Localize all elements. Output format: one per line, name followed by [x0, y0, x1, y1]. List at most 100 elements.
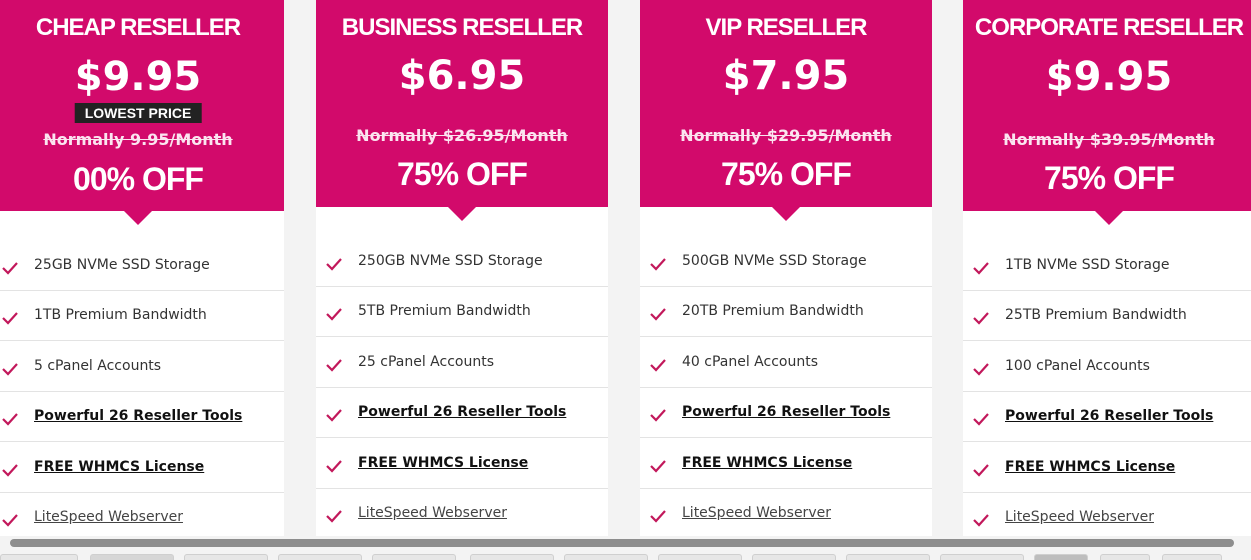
- check-icon: [650, 358, 666, 372]
- check-icon: [973, 362, 989, 376]
- feature-list: 25GB NVMe SSD Storage 1TB Premium Bandwi…: [0, 240, 284, 536]
- plan-normal-price: Normally 9.95/Month: [43, 130, 233, 149]
- check-icon: [2, 311, 18, 325]
- plan-title: BUSINESS RESELLER: [341, 14, 583, 41]
- check-icon: [650, 307, 666, 321]
- feature-litespeed[interactable]: LiteSpeed Webserver: [0, 493, 284, 537]
- check-icon: [650, 257, 666, 271]
- feature-cpanel: 5 cPanel Accounts: [0, 341, 284, 392]
- litespeed-link[interactable]: LiteSpeed Webserver: [34, 509, 183, 525]
- plan-discount: 00% OFF: [73, 161, 204, 197]
- check-icon: [973, 261, 989, 275]
- feature-whmcs[interactable]: FREE WHMCS License: [963, 442, 1251, 493]
- check-icon: [973, 463, 989, 477]
- plan-discount: 75% OFF: [721, 156, 852, 192]
- whmcs-link[interactable]: FREE WHMCS License: [682, 455, 852, 471]
- tab-stub[interactable]: [278, 554, 362, 560]
- feature-whmcs[interactable]: FREE WHMCS License: [0, 442, 284, 493]
- feature-reseller-tools[interactable]: Powerful 26 Reseller Tools: [963, 392, 1251, 442]
- feature-litespeed[interactable]: LiteSpeed Webserver: [316, 489, 608, 537]
- tab-stub[interactable]: [752, 554, 836, 560]
- feature-bandwidth: 1TB Premium Bandwidth: [0, 291, 284, 341]
- check-icon: [973, 412, 989, 426]
- check-icon: [650, 408, 666, 422]
- plan-discount: 75% OFF: [397, 156, 528, 192]
- check-icon: [2, 513, 18, 527]
- scrollbar-thumb[interactable]: [10, 539, 1234, 547]
- check-icon: [2, 362, 18, 376]
- plan-card-cheap: CHEAP RESELLER $9.95 LOWEST PRICE Normal…: [0, 0, 284, 536]
- tab-stub[interactable]: [1100, 554, 1150, 560]
- tab-stub[interactable]: [658, 554, 742, 560]
- plan-card-business: BUSINESS RESELLER $6.95 Normally $26.95/…: [316, 0, 608, 536]
- plan-price: $9.95: [1045, 54, 1173, 100]
- whmcs-link[interactable]: FREE WHMCS License: [34, 459, 204, 475]
- check-icon: [326, 358, 342, 372]
- plan-price: $9.95: [74, 54, 202, 100]
- plan-price: $7.95: [722, 53, 850, 99]
- feature-list: 1TB NVMe SSD Storage 25TB Premium Bandwi…: [963, 240, 1251, 536]
- feature-bandwidth: 25TB Premium Bandwidth: [963, 291, 1251, 341]
- litespeed-link[interactable]: LiteSpeed Webserver: [1005, 509, 1154, 525]
- feature-list: 500GB NVMe SSD Storage 20TB Premium Band…: [640, 236, 932, 536]
- feature-litespeed[interactable]: LiteSpeed Webserver: [963, 493, 1251, 537]
- lowest-price-badge: LOWEST PRICE: [74, 103, 202, 123]
- feature-whmcs[interactable]: FREE WHMCS License: [316, 438, 608, 489]
- check-icon: [2, 261, 18, 275]
- tab-stub[interactable]: [940, 554, 1024, 560]
- whmcs-link[interactable]: FREE WHMCS License: [358, 455, 528, 471]
- plan-title: CORPORATE RESELLER: [974, 14, 1244, 41]
- check-icon: [973, 311, 989, 325]
- bottom-tab-strip: [0, 554, 1251, 560]
- plan-normal-price: Normally $29.95/Month: [680, 126, 892, 145]
- tab-stub[interactable]: [1162, 554, 1222, 560]
- tab-stub[interactable]: [564, 554, 648, 560]
- check-icon: [973, 513, 989, 527]
- tab-stub[interactable]: [1034, 554, 1088, 560]
- feature-reseller-tools[interactable]: Powerful 26 Reseller Tools: [0, 392, 284, 442]
- tab-stub[interactable]: [90, 554, 174, 560]
- reseller-tools-link[interactable]: Powerful 26 Reseller Tools: [1005, 408, 1213, 424]
- plan-header: VIP RESELLER $7.95 Normally $29.95/Month…: [640, 0, 932, 221]
- plan-header: CORPORATE RESELLER $9.95 Normally $39.95…: [963, 0, 1251, 225]
- tab-stub[interactable]: [372, 554, 456, 560]
- feature-bandwidth: 20TB Premium Bandwidth: [640, 287, 932, 337]
- plan-card-vip: VIP RESELLER $7.95 Normally $29.95/Month…: [640, 0, 932, 536]
- check-icon: [2, 463, 18, 477]
- check-icon: [326, 307, 342, 321]
- feature-storage: 250GB NVMe SSD Storage: [316, 236, 608, 287]
- reseller-tools-link[interactable]: Powerful 26 Reseller Tools: [34, 408, 242, 424]
- plan-normal-price: Normally $26.95/Month: [356, 126, 568, 145]
- feature-reseller-tools[interactable]: Powerful 26 Reseller Tools: [640, 388, 932, 438]
- plan-header: BUSINESS RESELLER $6.95 Normally $26.95/…: [316, 0, 608, 221]
- check-icon: [326, 408, 342, 422]
- check-icon: [326, 509, 342, 523]
- feature-storage: 1TB NVMe SSD Storage: [963, 240, 1251, 291]
- check-icon: [326, 257, 342, 271]
- plan-price: $6.95: [398, 53, 526, 99]
- whmcs-link[interactable]: FREE WHMCS License: [1005, 459, 1175, 475]
- feature-cpanel: 25 cPanel Accounts: [316, 337, 608, 388]
- tab-stub[interactable]: [470, 554, 554, 560]
- feature-whmcs[interactable]: FREE WHMCS License: [640, 438, 932, 489]
- feature-reseller-tools[interactable]: Powerful 26 Reseller Tools: [316, 388, 608, 438]
- tab-stub[interactable]: [0, 554, 78, 560]
- feature-storage: 500GB NVMe SSD Storage: [640, 236, 932, 287]
- litespeed-link[interactable]: LiteSpeed Webserver: [358, 505, 507, 521]
- feature-list: 250GB NVMe SSD Storage 5TB Premium Bandw…: [316, 236, 608, 536]
- feature-storage: 25GB NVMe SSD Storage: [0, 240, 284, 291]
- horizontal-scrollbar[interactable]: [4, 536, 1240, 548]
- plan-title: CHEAP RESELLER: [35, 14, 241, 41]
- check-icon: [326, 459, 342, 473]
- reseller-tools-link[interactable]: Powerful 26 Reseller Tools: [682, 404, 890, 420]
- feature-litespeed[interactable]: LiteSpeed Webserver: [640, 489, 932, 537]
- tab-stub[interactable]: [846, 554, 930, 560]
- reseller-tools-link[interactable]: Powerful 26 Reseller Tools: [358, 404, 566, 420]
- plan-normal-price: Normally $39.95/Month: [1003, 130, 1215, 149]
- plan-card-corporate: CORPORATE RESELLER $9.95 Normally $39.95…: [963, 0, 1251, 536]
- plan-title: VIP RESELLER: [705, 14, 868, 41]
- litespeed-link[interactable]: LiteSpeed Webserver: [682, 505, 831, 521]
- feature-bandwidth: 5TB Premium Bandwidth: [316, 287, 608, 337]
- check-icon: [650, 509, 666, 523]
- tab-stub[interactable]: [184, 554, 268, 560]
